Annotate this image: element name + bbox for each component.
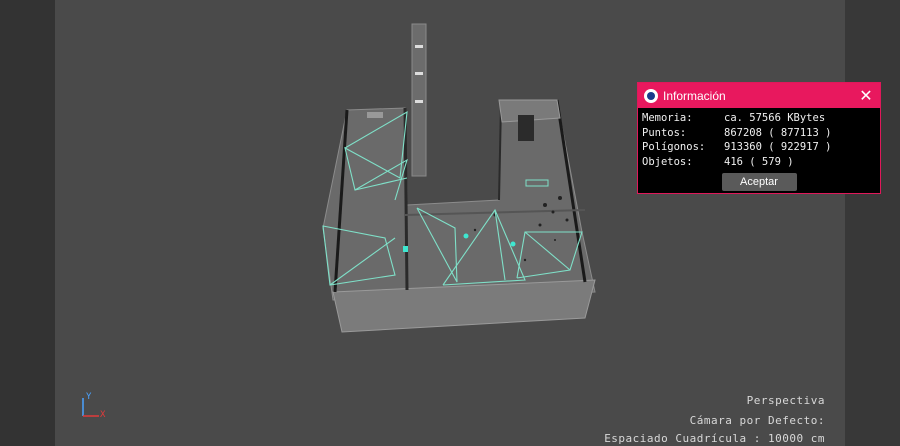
cinema4d-logo-icon [644, 88, 658, 103]
axis-x-label: X [100, 410, 106, 420]
tower-detail [415, 45, 423, 48]
axis-gizmo-icon [82, 398, 99, 417]
info-value: 913360 ( 922917 ) [724, 141, 832, 153]
axis-y-label: Y [86, 392, 92, 402]
3d-viewport[interactable]: Y X Perspectiva Cámara por Defecto: Espa… [55, 0, 845, 446]
info-body: Memoria: ca. 57566 KBytes Puntos: 867208… [638, 108, 880, 191]
inner-wall-edge [403, 107, 409, 291]
info-row-polygons: Polígonos: 913360 ( 922917 ) [642, 141, 876, 156]
info-row-objects: Objetos: 416 ( 579 ) [642, 156, 876, 171]
info-value: ca. 57566 KBytes [724, 112, 826, 124]
info-label: Objetos: [642, 155, 693, 168]
camera-name[interactable]: Cámara por Defecto: [690, 414, 825, 427]
close-icon[interactable]: ✕ [858, 87, 874, 104]
accept-button[interactable]: Aceptar [721, 173, 797, 191]
info-label: Memoria: [642, 112, 693, 124]
info-value: 416 ( 579 ) [724, 155, 794, 168]
tower-detail [415, 72, 423, 75]
right-sidebar-strip [845, 0, 900, 446]
info-row-memory: Memoria: ca. 57566 KBytes [642, 112, 876, 127]
grid-spacing: Espaciado Cuadrícula : 10000 cm [604, 432, 825, 445]
left-sidebar-strip [0, 0, 55, 446]
building-model[interactable] [55, 0, 845, 446]
info-label: Puntos: [642, 126, 687, 139]
info-row-points: Puntos: 867208 ( 877113 ) [642, 127, 876, 142]
info-title: Información [663, 88, 726, 103]
fixture [367, 112, 383, 118]
tower-detail [415, 100, 423, 103]
view-name: Perspectiva [746, 394, 825, 407]
building-floor [322, 99, 596, 301]
opening [518, 115, 534, 141]
info-dialog[interactable]: Información ✕ Memoria: ca. 57566 KBytes … [637, 82, 881, 194]
info-value: 867208 ( 877113 ) [724, 126, 832, 139]
info-label: Polígonos: [642, 141, 706, 153]
info-titlebar[interactable]: Información ✕ [638, 83, 880, 108]
